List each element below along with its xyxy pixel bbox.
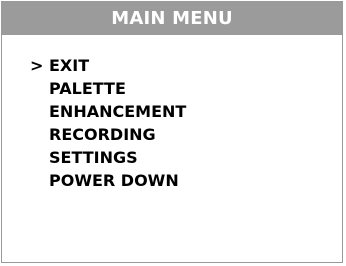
menu-header: MAIN MENU bbox=[2, 2, 342, 35]
menu-item-enhancement[interactable]: ENHANCEMENT bbox=[30, 100, 186, 123]
menu-item-label: RECORDING bbox=[49, 124, 156, 144]
menu-title: MAIN MENU bbox=[111, 7, 233, 29]
selection-cursor-icon: > bbox=[30, 55, 44, 75]
menu-list: > EXIT PALETTE ENHANCEMENT RECORDING SET… bbox=[30, 54, 186, 192]
menu-item-settings[interactable]: SETTINGS bbox=[30, 146, 186, 169]
menu-item-palette[interactable]: PALETTE bbox=[30, 77, 186, 100]
menu-item-label: ENHANCEMENT bbox=[49, 101, 187, 121]
menu-item-label: POWER DOWN bbox=[49, 170, 179, 190]
main-menu-panel: MAIN MENU > EXIT PALETTE ENHANCEMENT REC… bbox=[1, 1, 343, 263]
menu-item-power-down[interactable]: POWER DOWN bbox=[30, 169, 186, 192]
menu-item-exit[interactable]: > EXIT bbox=[30, 54, 186, 77]
menu-item-label: SETTINGS bbox=[49, 147, 138, 167]
menu-item-recording[interactable]: RECORDING bbox=[30, 123, 186, 146]
menu-item-label: PALETTE bbox=[49, 78, 126, 98]
menu-item-label: EXIT bbox=[49, 55, 90, 75]
